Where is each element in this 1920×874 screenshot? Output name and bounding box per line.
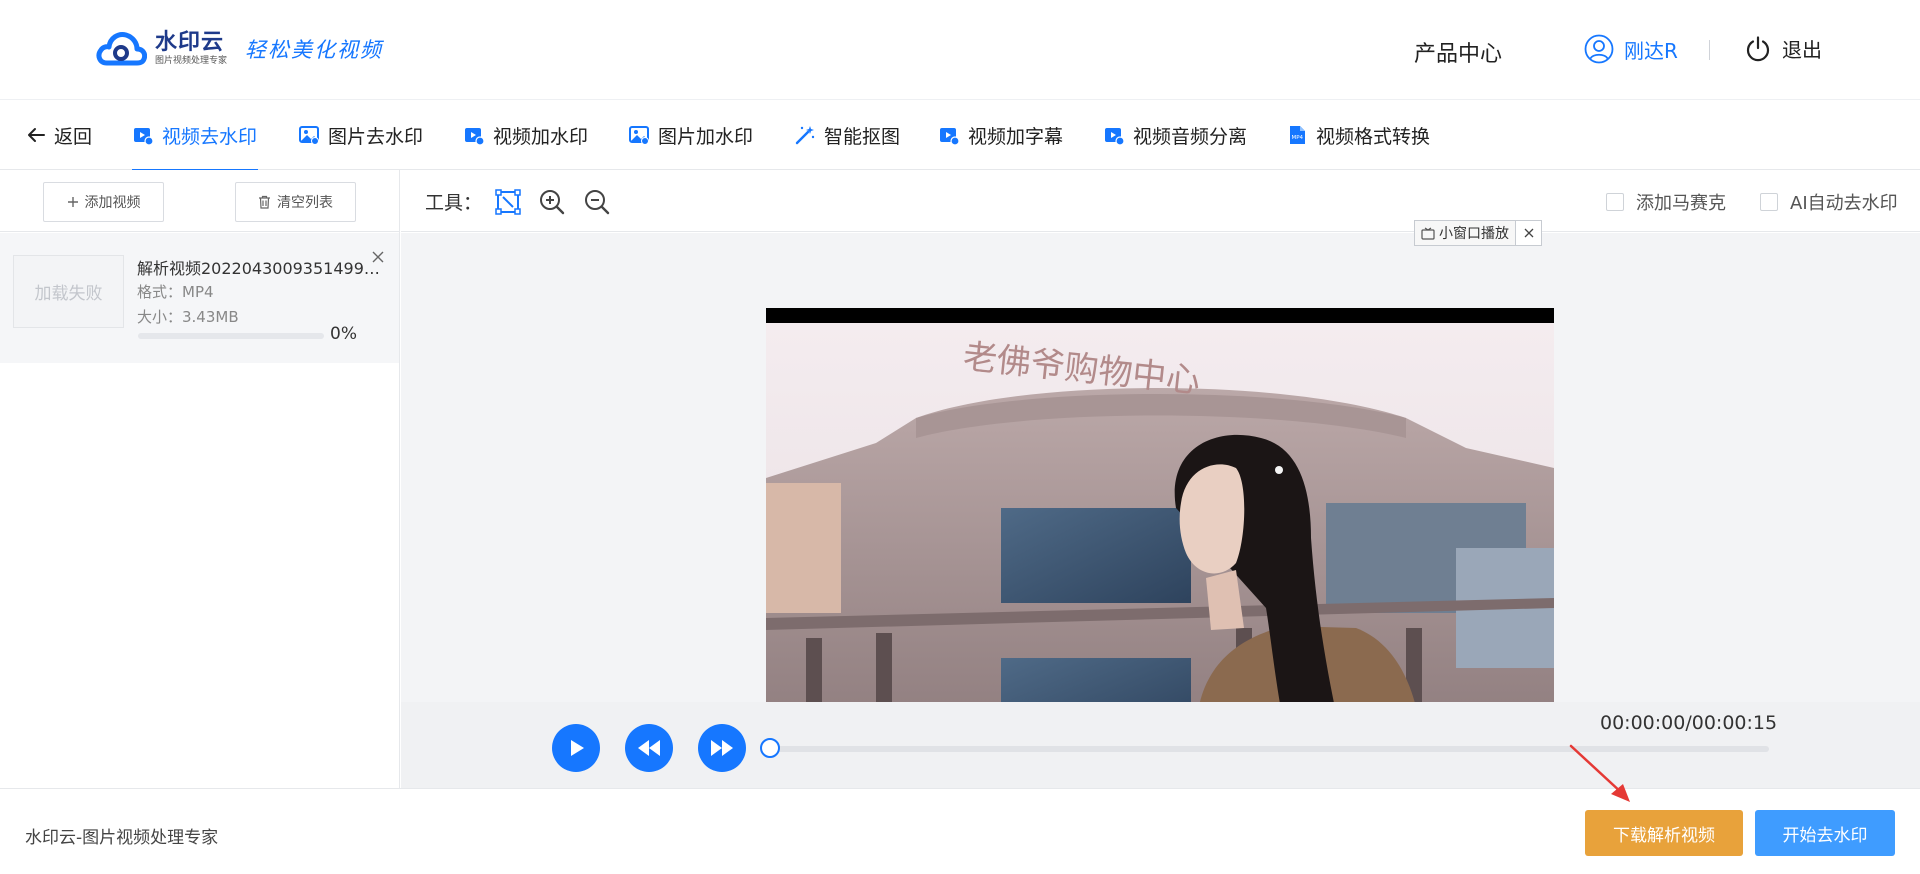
add-video-label: 添加视频 — [84, 195, 141, 211]
tab-label: 视频加水印 — [493, 125, 589, 148]
tab-label: 图片去水印 — [328, 125, 424, 148]
checkbox-box[interactable] — [1760, 193, 1778, 211]
tab-format-convert[interactable]: MP4 视频格式转换 — [1286, 100, 1430, 170]
logo-name: 水印云 — [155, 30, 225, 55]
clear-list-label: 清空列表 — [277, 195, 333, 211]
video-icon — [465, 128, 485, 146]
logo[interactable]: 水印云 图片视频处理专家 轻松美化视频 — [95, 26, 383, 72]
tab-label: 图片加水印 — [658, 125, 754, 148]
ai-remove-checkbox[interactable]: AI自动去水印 — [1760, 189, 1898, 215]
player-controls: 00:00:00/00:00:15 — [401, 702, 1920, 788]
rewind-icon — [638, 740, 660, 756]
tool-bar: 工具： 添加马赛克 AI自动去水印 — [401, 170, 1920, 232]
app-window: 水印云 图片视频处理专家 轻松美化视频 产品中心 刚达R 退出 返回 视频去水印… — [0, 0, 1920, 874]
image-icon — [299, 126, 319, 145]
tab-image-add-watermark[interactable]: 图片加水印 — [628, 100, 753, 170]
mini-window-label: 小窗口播放 — [1439, 226, 1509, 242]
rewind-button[interactable] — [625, 724, 673, 772]
select-area-icon[interactable] — [494, 188, 522, 216]
file-format: 格式：MP4 — [137, 283, 214, 301]
cloud-logo-icon — [96, 32, 147, 66]
start-remove-watermark-button[interactable]: 开始去水印 — [1755, 810, 1895, 856]
file-progress-bar — [138, 333, 324, 339]
footer-brand-text: 水印云-图片视频处理专家 — [25, 828, 219, 848]
user-avatar-icon — [1584, 34, 1614, 64]
video-canvas-area: 老佛爷购物中心 小窗口播放 — [401, 220, 1920, 751]
back-label: 返回 — [54, 125, 93, 148]
add-video-button[interactable]: 添加视频 — [43, 182, 164, 222]
svg-text:MP4: MP4 — [1292, 135, 1304, 141]
fast-forward-icon — [711, 740, 733, 756]
close-icon[interactable] — [370, 249, 386, 265]
tab-video-remove-watermark[interactable]: 视频去水印 — [132, 100, 258, 171]
mini-window-play-button[interactable]: 小窗口播放 — [1414, 220, 1542, 246]
editor-main: 工具： 添加马赛克 AI自动去水印 老佛爷购物中心 小窗口播放 00:00:00… — [401, 170, 1920, 788]
annotation-arrow-icon — [1569, 744, 1630, 802]
file-progress-text: 0% — [330, 324, 357, 344]
play-button[interactable] — [552, 724, 600, 772]
plus-icon — [67, 197, 78, 207]
header-divider — [1709, 40, 1710, 60]
tab-video-add-watermark[interactable]: 视频加水印 — [463, 100, 588, 170]
video-preview[interactable]: 老佛爷购物中心 — [766, 308, 1554, 751]
feature-tabs: 返回 视频去水印 图片去水印 视频加水印 图片加水印 智能抠图 视频加字幕 视频… — [0, 100, 1920, 171]
logout-label: 退出 — [1782, 38, 1822, 62]
file-list-toolbar: 添加视频 清空列表 — [0, 170, 399, 232]
logo-subtitle: 图片视频处理专家 — [155, 56, 228, 66]
tab-label: 视频音频分离 — [1133, 125, 1248, 148]
playback-time: 00:00:00/00:00:15 — [1600, 712, 1778, 734]
play-icon — [571, 740, 584, 756]
video-frame: 老佛爷购物中心 — [766, 308, 1554, 751]
fast-forward-button[interactable] — [698, 724, 746, 772]
tab-image-remove-watermark[interactable]: 图片去水印 — [298, 100, 423, 170]
mosaic-checkbox[interactable]: 添加马赛克 — [1606, 189, 1726, 215]
tab-video-subtitles[interactable]: 视频加字幕 — [938, 100, 1063, 170]
tab-label: 视频去水印 — [162, 125, 258, 148]
back-button[interactable]: 返回 — [26, 100, 92, 170]
close-icon — [1524, 228, 1533, 238]
user-name: 刚达R — [1624, 38, 1678, 63]
tv-icon — [1421, 227, 1435, 240]
file-list-panel: 添加视频 清空列表 加载失败 解析视频20220430093514996... … — [0, 170, 400, 788]
mini-window-close-button[interactable] — [1515, 221, 1541, 245]
top-header: 水印云 图片视频处理专家 轻松美化视频 产品中心 刚达R 退出 — [0, 0, 1920, 100]
checkbox-box[interactable] — [1606, 193, 1624, 211]
file-thumbnail: 加载失败 — [13, 255, 124, 328]
tab-label: 视频格式转换 — [1316, 125, 1431, 148]
zoom-in-icon[interactable] — [538, 188, 566, 216]
tab-smart-cutout[interactable]: 智能抠图 — [794, 100, 900, 170]
ai-remove-label: AI自动去水印 — [1790, 193, 1898, 214]
tab-audio-separation[interactable]: 视频音频分离 — [1103, 100, 1247, 170]
tools-label: 工具： — [425, 192, 483, 214]
mosaic-label: 添加马赛克 — [1636, 193, 1726, 214]
video-icon — [134, 128, 154, 146]
mp4-file-icon: MP4 — [1290, 126, 1305, 144]
seek-handle[interactable] — [760, 738, 780, 758]
zoom-out-icon[interactable] — [583, 188, 611, 216]
download-parsed-video-button[interactable]: 下载解析视频 — [1585, 810, 1743, 856]
tab-label: 视频加字幕 — [968, 125, 1064, 148]
logo-slogan: 轻松美化视频 — [245, 38, 384, 62]
tab-label: 智能抠图 — [824, 125, 901, 148]
video-icon — [1105, 128, 1125, 146]
user-menu[interactable]: 刚达R — [1584, 34, 1678, 64]
video-icon — [940, 128, 960, 146]
products-link[interactable]: 产品中心 — [1414, 36, 1502, 68]
file-name: 解析视频20220430093514996... — [137, 259, 382, 278]
arrow-left-icon — [28, 128, 45, 142]
power-icon — [1746, 35, 1770, 61]
trash-icon — [259, 195, 270, 209]
clear-list-button[interactable]: 清空列表 — [235, 182, 356, 222]
file-size: 大小：3.43MB — [137, 308, 239, 326]
image-icon — [629, 126, 649, 145]
magic-wand-icon — [795, 126, 815, 145]
logout-button[interactable]: 退出 — [1744, 34, 1822, 63]
